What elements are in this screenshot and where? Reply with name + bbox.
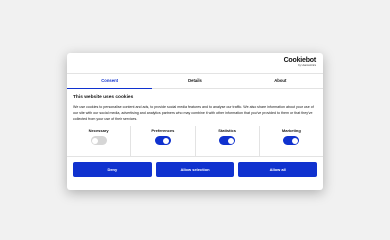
consent-body: This website uses cookies We use cookies…	[67, 89, 323, 122]
toggle-knob	[291, 137, 298, 144]
cookiebot-logo: Cookiebot by Usercentrics	[283, 57, 317, 68]
statistics-toggle[interactable]	[219, 136, 236, 145]
toggle-knob	[92, 137, 99, 144]
category-label: Necessary	[88, 128, 109, 133]
cookie-categories: Necessary Preferences Statistics Marketi…	[67, 126, 323, 157]
preferences-toggle[interactable]	[154, 136, 171, 145]
toggle-knob	[163, 137, 170, 144]
tab-bar: Consent Details About	[67, 74, 323, 89]
category-label: Marketing	[281, 128, 301, 133]
tab-details[interactable]: Details	[152, 74, 237, 88]
logo-subtitle: by Usercentrics	[298, 64, 316, 67]
allow-selection-button[interactable]: Allow selection	[155, 162, 235, 177]
deny-button[interactable]: Deny	[73, 162, 152, 177]
dialog-title: This website uses cookies	[73, 95, 134, 100]
category-label: Statistics	[218, 128, 237, 133]
action-buttons: Deny Allow selection Allow all	[67, 157, 323, 177]
category-label: Preferences	[151, 128, 175, 133]
allow-all-button[interactable]: Allow all	[238, 162, 318, 177]
category-preferences: Preferences	[131, 126, 196, 156]
marketing-toggle[interactable]	[283, 136, 300, 145]
logo-name: Cookiebot	[283, 57, 317, 64]
dialog-description: We use cookies to personalise content an…	[73, 105, 314, 121]
toggle-knob	[227, 137, 234, 144]
necessary-toggle	[90, 136, 107, 145]
category-marketing: Marketing	[260, 126, 323, 156]
tab-consent[interactable]: Consent	[67, 74, 153, 89]
cookie-consent-dialog: Cookiebot by Usercentrics Consent Detail…	[67, 53, 323, 190]
dialog-header: Cookiebot by Usercentrics	[67, 53, 323, 74]
category-necessary: Necessary	[67, 126, 132, 156]
category-statistics: Statistics	[196, 126, 260, 156]
tab-about[interactable]: About	[238, 74, 323, 88]
